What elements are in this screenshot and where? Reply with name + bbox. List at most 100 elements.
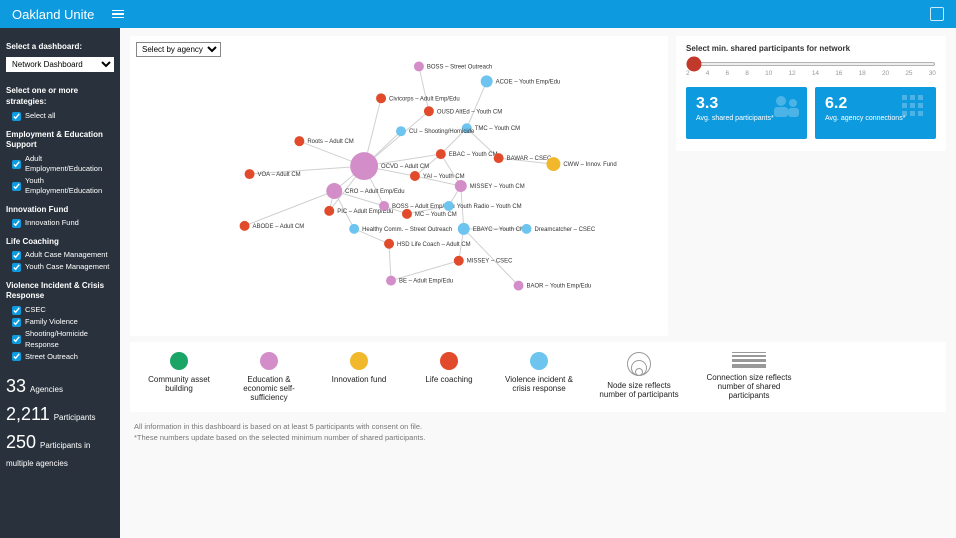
- swatch-circle: [350, 352, 368, 370]
- sidebar-checkbox[interactable]: Youth Employment/Education: [12, 176, 114, 196]
- network-node[interactable]: [245, 169, 255, 179]
- brand-title: Oakland Unite: [12, 7, 94, 22]
- network-node-label: BOSS – Street Outreach: [427, 64, 492, 70]
- network-node-label: MISSEY – Youth CM: [470, 184, 525, 190]
- people-icon: [771, 93, 801, 119]
- footnotes: All information in this dashboard is bas…: [130, 418, 946, 446]
- sidebar-checkbox[interactable]: Street Outreach: [12, 352, 114, 362]
- topbar: Oakland Unite: [0, 0, 956, 28]
- metrics-title: Select min. shared participants for netw…: [686, 44, 936, 53]
- network-node[interactable]: [546, 157, 560, 171]
- network-node-label: CRO – Adult Emp/Edu: [345, 189, 404, 195]
- network-node-label: MC – Youth CM: [415, 212, 457, 218]
- grid-icon: [900, 93, 930, 119]
- network-node-label: OCVD – Adult CM: [381, 164, 429, 170]
- select-dashboard-label: Select a dashboard:: [6, 42, 114, 53]
- network-node[interactable]: [522, 224, 532, 234]
- network-node-label: HSD Life Coach – Adult CM: [397, 242, 471, 248]
- sidebar-checkbox[interactable]: Family Violence: [12, 317, 114, 327]
- network-chart[interactable]: Select by agency BOSS – Street Outreach A…: [130, 36, 668, 336]
- network-node[interactable]: [410, 171, 420, 181]
- swatch-circle: [170, 352, 188, 370]
- sidebar-checkbox[interactable]: Shooting/Homicide Response: [12, 329, 114, 349]
- network-node-label: BAWAR – CSEC: [507, 156, 552, 162]
- agency-select[interactable]: Select by agency: [136, 42, 221, 57]
- main-content: Select by agency BOSS – Street Outreach A…: [120, 28, 956, 538]
- legend-swatch: Community asset building: [144, 352, 214, 393]
- legend-node-size: Node size reflects number of participant…: [594, 352, 684, 399]
- sidebar-group-title: Innovation Fund: [6, 205, 114, 216]
- network-node[interactable]: [379, 201, 389, 211]
- sidebar-checkbox[interactable]: Adult Case Management: [12, 250, 114, 260]
- network-node-label: VOA – Adult CM: [258, 172, 301, 178]
- network-node-label: YAI – Youth CM: [423, 174, 465, 180]
- network-node-label: Healthy Comm. – Street Outreach: [362, 227, 452, 233]
- network-node-label: EBAC – Youth CM: [449, 152, 498, 158]
- network-node[interactable]: [350, 152, 378, 180]
- swatch-circle: [530, 352, 548, 370]
- stat-agencies-num: 33: [6, 374, 26, 398]
- network-node[interactable]: [384, 239, 394, 249]
- legend-swatch: Violence incident & crisis response: [504, 352, 574, 393]
- legend-swatch: Life coaching: [414, 352, 484, 384]
- network-node[interactable]: [455, 180, 467, 192]
- network-node[interactable]: [414, 61, 424, 71]
- network-node-label: ACOE – Youth Emp/Edu: [496, 79, 561, 85]
- sidebar-group-title: Employment & Education Support: [6, 130, 114, 152]
- legend-swatch: Innovation fund: [324, 352, 394, 384]
- network-node-label: Dreamcatcher – CSEC: [534, 227, 595, 233]
- network-node[interactable]: [458, 223, 470, 235]
- network-node-label: TMC – Youth CM: [475, 126, 520, 132]
- network-node[interactable]: [376, 93, 386, 103]
- network-node[interactable]: [436, 149, 446, 159]
- network-node[interactable]: [349, 224, 359, 234]
- sidebar-checkbox[interactable]: Youth Case Management: [12, 262, 114, 272]
- stat-participants-num: 2,211: [6, 402, 50, 426]
- sidebar-group-title: Life Coaching: [6, 237, 114, 248]
- network-node[interactable]: [396, 126, 406, 136]
- network-node-label: MISSEY – CSEC: [467, 259, 513, 265]
- select-all-checkbox[interactable]: Select all: [12, 111, 114, 121]
- swatch-circle: [260, 352, 278, 370]
- network-node[interactable]: [481, 75, 493, 87]
- legend-swatch: Education & economic self-sufficiency: [234, 352, 304, 402]
- network-node-label: CU – Shooting/Homicide: [409, 129, 475, 135]
- legend-connection-size: Connection size reflects number of share…: [704, 352, 794, 400]
- network-node-label: ABODE – Adult CM: [253, 224, 305, 230]
- avg-shared-card: 3.3 Avg. shared participants*: [686, 87, 807, 139]
- network-node-label: EBAYC – Youth CM: [473, 227, 525, 233]
- network-node-label: Roots – Adult CM: [307, 139, 353, 145]
- network-node[interactable]: [294, 136, 304, 146]
- network-node-label: BAOR – Youth Emp/Edu: [527, 284, 592, 290]
- min-shared-slider[interactable]: [686, 62, 936, 66]
- strategies-label: Select one or more strategies:: [6, 86, 114, 108]
- network-node[interactable]: [240, 221, 250, 231]
- network-node[interactable]: [454, 256, 464, 266]
- network-node[interactable]: [424, 106, 434, 116]
- network-node-label: CWW – Innov. Fund: [563, 162, 616, 168]
- network-node-label: Youth Radio – Youth CM: [457, 204, 522, 210]
- sidebar-checkbox[interactable]: CSEC: [12, 305, 114, 315]
- fullscreen-icon[interactable]: [930, 7, 944, 21]
- network-svg: BOSS – Street Outreach ACOE – Youth Emp/E…: [130, 36, 668, 336]
- swatch-circle: [440, 352, 458, 370]
- network-node-label: BE – Adult Emp/Edu: [399, 279, 453, 285]
- network-node[interactable]: [386, 276, 396, 286]
- network-node[interactable]: [514, 281, 524, 291]
- network-node[interactable]: [494, 153, 504, 163]
- network-node[interactable]: [402, 209, 412, 219]
- sidebar-group-title: Violence Incident & Crisis Response: [6, 281, 114, 303]
- legend: Community asset building Education & econ…: [130, 342, 946, 412]
- network-node-label: OUSD AltEd – Youth CM: [437, 109, 502, 115]
- avg-connections-card: 6.2 Avg. agency connections*: [815, 87, 936, 139]
- sidebar: Select a dashboard: Network Dashboard Se…: [0, 28, 120, 538]
- network-node-label: Civicorps – Adult Emp/Edu: [389, 96, 460, 102]
- sidebar-checkbox[interactable]: Innovation Fund: [12, 218, 114, 228]
- metrics-panel: Select min. shared participants for netw…: [676, 36, 946, 151]
- dashboard-select[interactable]: Network Dashboard: [6, 57, 114, 72]
- sidebar-checkbox[interactable]: Adult Employment/Education: [12, 154, 114, 174]
- network-node[interactable]: [326, 183, 342, 199]
- network-node[interactable]: [324, 206, 334, 216]
- network-node[interactable]: [444, 201, 454, 211]
- hamburger-icon[interactable]: [112, 10, 124, 19]
